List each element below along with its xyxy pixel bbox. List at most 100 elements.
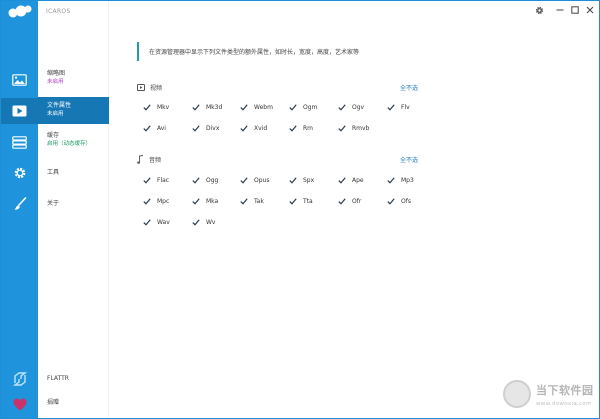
video-deselect-all-link[interactable]: 全不选 [400, 83, 418, 92]
checkmark-icon[interactable] [191, 218, 200, 227]
checkmark-icon[interactable] [337, 124, 346, 133]
option-checkbox[interactable]: Tta [288, 197, 313, 206]
rail-donate-button[interactable] [1, 391, 38, 417]
option-checkbox[interactable]: Mp3 [386, 176, 414, 185]
nav-item-properties[interactable]: 文件属性 未启用 [38, 97, 109, 124]
checkmark-icon[interactable] [191, 103, 200, 112]
option-checkbox[interactable]: Webm [239, 103, 273, 112]
option-label: Webm [254, 104, 273, 111]
rail-about-button[interactable] [1, 191, 38, 217]
nav-item-thumbnails[interactable]: 缩略图 未启用 [38, 69, 109, 93]
option-checkbox[interactable]: Mk3d [191, 103, 222, 112]
option-label: Opus [254, 177, 270, 184]
option-checkbox[interactable]: Ofs [386, 197, 411, 206]
option-checkbox[interactable]: Spx [288, 176, 314, 185]
option-checkbox[interactable]: Wav [142, 218, 170, 227]
option-label: Ogg [206, 177, 219, 184]
option-label: Ofs [401, 198, 411, 205]
option-checkbox[interactable]: Flac [142, 176, 169, 185]
app-window: 缩略图 未启用 文件属性 未启用 缓存 启用（动态缓存） 工具 关于 FLATT… [0, 0, 600, 419]
checkmark-icon[interactable] [337, 197, 346, 206]
option-checkbox[interactable]: Flv [386, 103, 410, 112]
video-section-header: 视频 [137, 82, 162, 92]
minimize-button[interactable] [554, 4, 566, 16]
option-checkbox[interactable]: Divx [191, 124, 219, 133]
checkmark-icon[interactable] [337, 176, 346, 185]
option-checkbox[interactable]: Rm [288, 124, 313, 133]
close-button[interactable] [584, 4, 596, 16]
checkmark-icon[interactable] [239, 176, 248, 185]
option-checkbox[interactable]: Opus [239, 176, 269, 185]
option-checkbox[interactable]: Mkv [142, 103, 169, 112]
checkmark-icon[interactable] [142, 176, 151, 185]
checkmark-icon[interactable] [288, 197, 297, 206]
nav-item-tools[interactable]: 工具 [38, 168, 109, 180]
checkmark-icon[interactable] [288, 103, 297, 112]
rail-properties-button[interactable] [1, 98, 38, 124]
checkmark-icon[interactable] [386, 103, 395, 112]
rail-thumbnails-button[interactable] [1, 67, 38, 93]
checkmark-icon[interactable] [191, 197, 200, 206]
option-label: Mpc [157, 198, 170, 205]
video-icon [12, 105, 27, 117]
checkmark-icon[interactable] [288, 176, 297, 185]
option-checkbox[interactable]: Xvid [239, 124, 267, 133]
checkmark-icon[interactable] [239, 197, 248, 206]
option-label: Mp3 [401, 177, 414, 184]
option-checkbox[interactable]: Ofr [337, 197, 361, 206]
option-label: Ogv [352, 104, 365, 111]
option-label: Ape [352, 177, 364, 184]
option-label: Divx [206, 125, 220, 132]
checkmark-icon[interactable] [386, 197, 395, 206]
settings-button[interactable] [533, 4, 545, 16]
option-checkbox[interactable]: Ogm [288, 103, 317, 112]
audio-deselect-all-link[interactable]: 全不选 [400, 155, 418, 164]
nav-item-label: 缓存 [47, 132, 60, 139]
gear-icon [535, 6, 543, 14]
database-icon [12, 135, 27, 149]
option-checkbox[interactable]: Avi [142, 124, 166, 133]
option-label: Mk3d [206, 104, 223, 111]
checkmark-icon[interactable] [239, 124, 248, 133]
checkmark-icon[interactable] [191, 176, 200, 185]
checkmark-icon[interactable] [142, 197, 151, 206]
checkmark-icon[interactable] [142, 103, 151, 112]
checkmark-icon[interactable] [288, 124, 297, 133]
option-label: Avi [157, 125, 166, 132]
option-label: Flv [401, 104, 410, 111]
nav-item-label: 关于 [47, 200, 60, 207]
option-checkbox[interactable]: Mka [191, 197, 218, 206]
option-label: Wv [206, 219, 216, 226]
app-logo-icon [7, 4, 33, 22]
nav-item-cache[interactable]: 缓存 启用（动态缓存） [38, 131, 109, 155]
option-checkbox[interactable]: Wv [191, 218, 215, 227]
option-checkbox[interactable]: Tak [239, 197, 264, 206]
option-checkbox[interactable]: Mpc [142, 197, 169, 206]
maximize-button[interactable] [569, 4, 581, 16]
option-label: Rm [303, 125, 314, 132]
rail-tools-button[interactable] [1, 160, 38, 186]
nav-item-about[interactable]: 关于 [38, 199, 109, 211]
checkmark-icon[interactable] [337, 103, 346, 112]
nav-item-flattr[interactable]: FLATTR [38, 374, 109, 386]
checkmark-icon[interactable] [142, 218, 151, 227]
option-label: Tak [254, 198, 264, 205]
option-checkbox[interactable]: Ogg [191, 176, 218, 185]
option-label: Tta [303, 198, 313, 205]
checkmark-icon[interactable] [239, 103, 248, 112]
option-checkbox[interactable]: Ogv [337, 103, 364, 112]
rail-cache-button[interactable] [1, 129, 38, 155]
option-label: Mkv [157, 104, 170, 111]
music-note-icon [137, 154, 144, 164]
nav-item-label: 工具 [47, 169, 60, 176]
rail-flattr-button[interactable] [1, 366, 38, 392]
checkmark-icon[interactable] [142, 124, 151, 133]
nav-item-donate[interactable]: 捐赠 [38, 398, 109, 410]
checkmark-icon[interactable] [191, 124, 200, 133]
checkmark-icon[interactable] [386, 176, 395, 185]
donate-label: 捐赠 [47, 399, 60, 406]
close-icon [586, 6, 594, 14]
option-checkbox[interactable]: Ape [337, 176, 364, 185]
option-label: Ogm [303, 104, 318, 111]
option-checkbox[interactable]: Rmvb [337, 124, 369, 133]
